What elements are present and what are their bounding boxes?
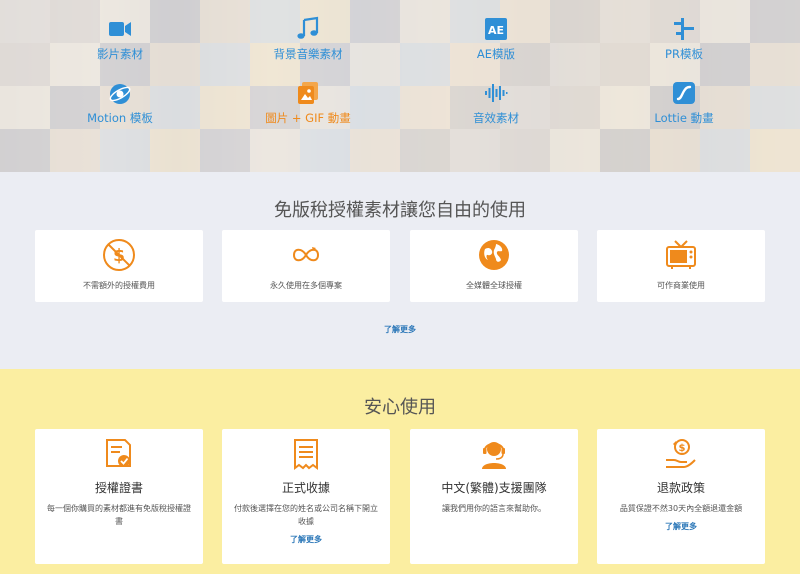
motion-icon [109,84,131,104]
category-music[interactable]: 背景音樂素材 [228,16,388,62]
category-label: Motion 模板 [87,111,153,125]
safe-card-desc: 品質保證不然30天內全額退還金額 [619,504,743,513]
license-card-caption: 全媒體全球授權 [466,281,522,290]
license-card-caption: 永久使用在多個專案 [270,281,342,290]
license-card-perpetual: 永久使用在多個專案 [222,230,390,302]
refund-icon: $ [666,439,696,468]
tv-icon [666,240,696,269]
sound-wave-icon [485,84,508,102]
license-card-commercial: 可作商業使用 [597,230,765,302]
license-card-caption: 可作商業使用 [657,281,705,290]
license-card-no-fee: $ 不需額外的授權費用 [35,230,203,302]
svg-text:$: $ [679,443,686,454]
license-card-caption: 不需額外的授權費用 [83,281,155,290]
music-note-icon [297,16,319,39]
receipt-learn-more-link[interactable]: 了解更多 [290,534,322,545]
license-card-worldwide: 全媒體全球授權 [410,230,578,302]
refund-learn-more-link[interactable]: 了解更多 [665,521,697,532]
category-label: 影片素材 [97,47,143,61]
globe-icon [479,240,509,270]
safe-card-desc: 每一個你購買的素材都進有免版稅授權證書 [47,504,191,526]
safe-card-support: 中文(繁體)支援團隊 讓我們用你的語言來幫助你。 [410,429,578,564]
category-motion[interactable]: Motion 模板 [40,80,200,126]
license-learn-more-link[interactable]: 了解更多 [0,324,800,335]
receipt-icon [294,439,318,470]
svg-text:AE: AE [488,24,504,37]
category-hero: 影片素材 背景音樂素材 AE AE模版 PR模板 Motion 模板 圖片 + … [0,0,800,172]
peace-of-mind-title: 安心使用 [364,397,436,418]
safe-card-desc: 讓我們用你的語言來幫助你。 [442,504,546,513]
safe-card-title: 授權證書 [94,481,143,495]
peace-of-mind-section: 安心使用 授權證書 每一個你購買的素材都進有免版稅授權證書 正式收據 付款後選擇… [0,369,800,574]
category-label: Lottie 動畫 [654,111,714,125]
safe-card-certificate: 授權證書 每一個你購買的素材都進有免版稅授權證書 [35,429,203,564]
safe-card-refund: $ 退款政策 品質保證不然30天內全額退還金額 了解更多 [597,429,765,564]
license-section: 免版稅授權素材讓您自由的使用 $ 不需額外的授權費用 永久使用在多個專案 全媒體… [0,172,800,369]
category-label: AE模版 [476,47,516,61]
safe-card-title: 正式收據 [281,481,330,495]
safe-card-title: 退款政策 [656,481,705,495]
safe-card-title: 中文(繁體)支援團隊 [441,481,547,495]
category-video[interactable]: 影片素材 [40,16,200,62]
no-fee-icon: $ [103,239,135,271]
license-section-title: 免版稅授權素材讓您自由的使用 [274,200,526,221]
category-ae[interactable]: AE AE模版 [416,16,576,62]
category-label: 背景音樂素材 [273,47,343,61]
support-agent-icon [482,442,506,469]
category-sfx[interactable]: 音效素材 [416,80,576,126]
after-effects-icon: AE [485,18,507,40]
category-pr[interactable]: PR模板 [604,16,764,62]
video-camera-icon [109,22,131,36]
image-gif-icon [298,82,318,104]
category-image-gif[interactable]: 圖片 + GIF 動畫 [228,80,388,126]
infinity-icon [292,247,320,262]
safe-card-receipt: 正式收據 付款後選擇在您的姓名或公司名稱下開立收據 了解更多 [222,429,390,564]
lottie-icon [673,82,695,104]
category-label: 音效素材 [473,111,519,125]
category-label: 圖片 + GIF 動畫 [265,111,351,125]
category-label: PR模板 [665,47,703,61]
safe-card-desc: 付款後選擇在您的姓名或公司名稱下開立收據 [234,504,378,526]
category-lottie[interactable]: Lottie 動畫 [604,80,764,126]
certificate-icon [106,439,131,467]
premiere-timeline-icon [674,18,694,40]
